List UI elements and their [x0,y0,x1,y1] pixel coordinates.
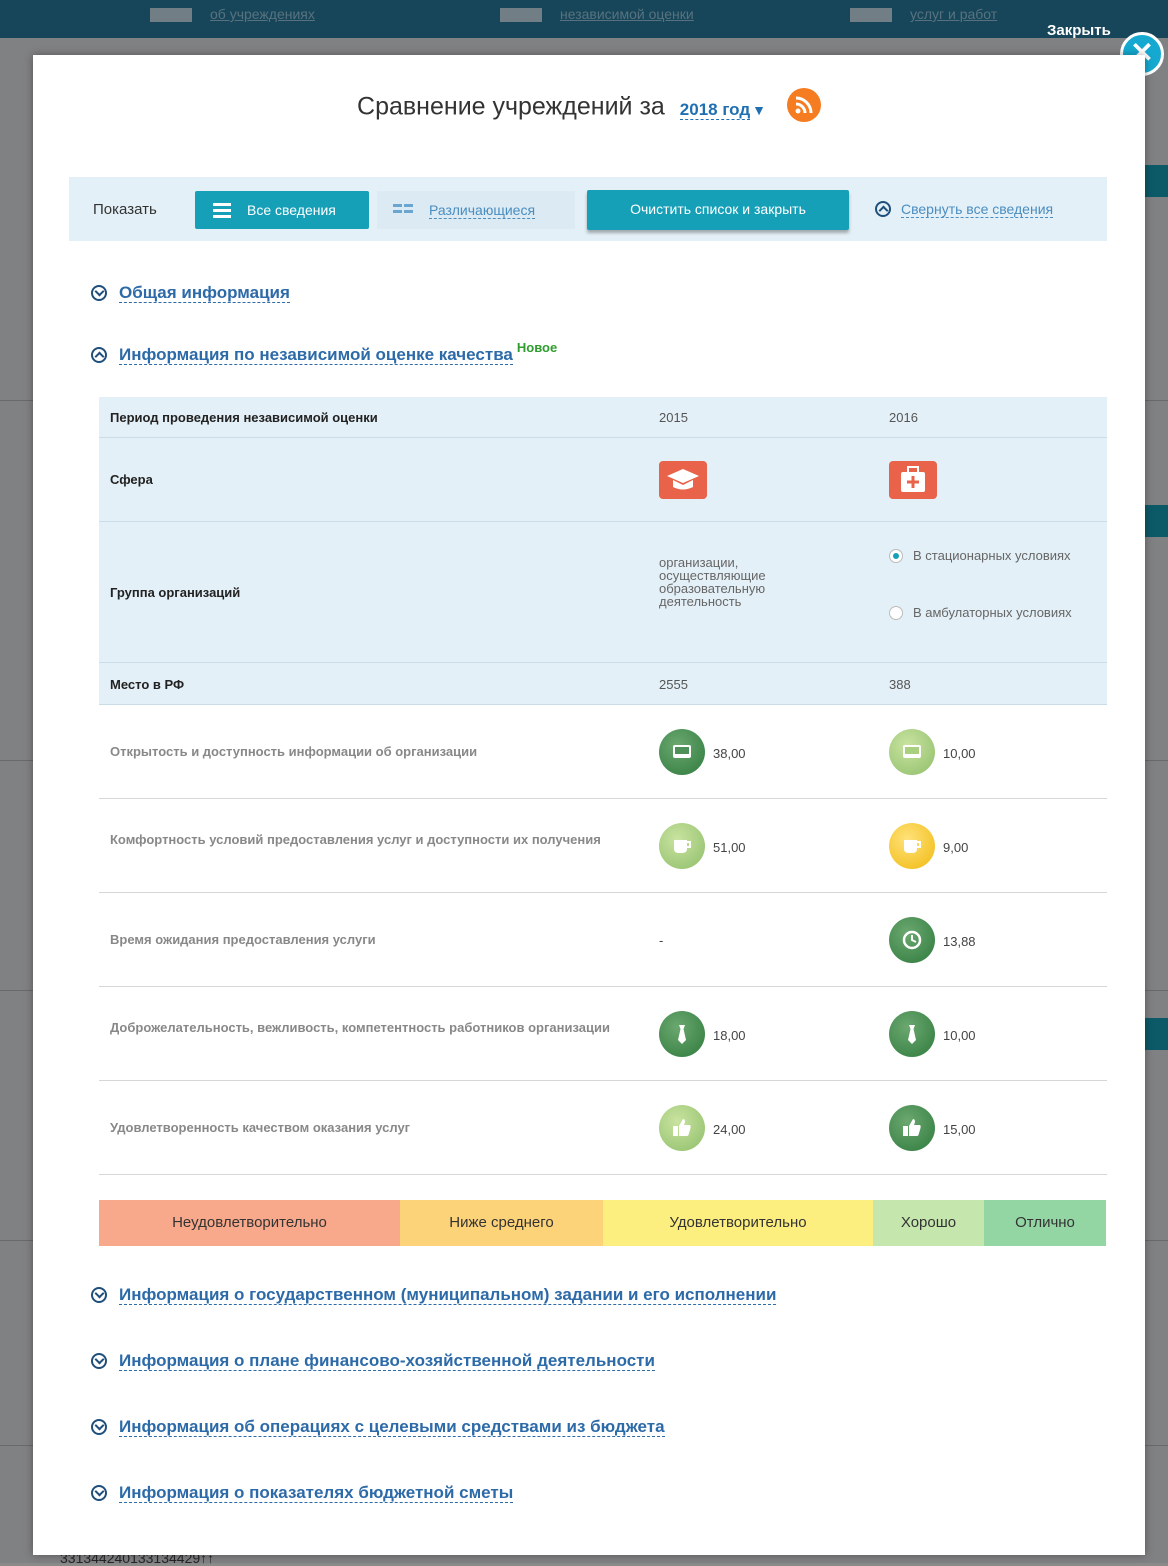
chevron-down-circle-icon [91,1485,107,1501]
compare-modal: Сравнение учреждений за 2018 год ▼ Показа… [33,55,1145,1555]
thumbs-up-icon [659,1105,705,1151]
indicator-row: Комфортность условий предоставления услу… [99,799,1107,893]
chevron-down-circle-icon [91,1419,107,1435]
chevron-down-circle-icon [91,285,107,301]
list-icon [213,203,231,218]
chevron-down-circle-icon [91,1287,107,1303]
table-row: Группа организаций организации, осуществ… [99,522,1107,663]
grid-list-icon [393,204,413,216]
table-row: Место в РФ 2555 388 [99,663,1107,705]
modal-title: Сравнение учреждений за 2018 год ▼ [33,88,1145,125]
indicator-row: Удовлетворенность качеством оказания усл… [99,1081,1107,1175]
legend-item: Удовлетворительно [603,1200,873,1246]
thumbs-up-icon [889,1105,935,1151]
radio-button[interactable] [889,606,903,620]
cup-icon [889,823,935,869]
collapse-all-link[interactable]: Свернуть все сведения [875,201,1054,218]
tie-icon [889,1011,935,1057]
education-icon [659,461,707,499]
close-link[interactable]: Закрыть [1047,22,1111,39]
show-label: Показать [93,201,157,218]
modal-title-text: Сравнение учреждений за [357,92,665,121]
info-board-icon [889,729,935,775]
section-plan[interactable]: Информация о плане финансово-хозяйственн… [91,1351,655,1371]
medical-kit-icon [889,461,937,499]
chevron-up-circle-icon [875,201,891,217]
legend-item: Отлично [984,1200,1106,1246]
indicator-row: Открытость и доступность информации об о… [99,705,1107,799]
radio-button[interactable] [889,549,903,563]
legend-item: Хорошо [873,1200,984,1246]
table-row: Сфера [99,438,1107,522]
legend-item: Ниже среднего [400,1200,603,1246]
chevron-up-circle-icon [91,347,107,363]
all-info-button[interactable]: Все сведения [195,191,369,229]
caret-down-icon[interactable]: ▼ [752,102,766,118]
section-general[interactable]: Общая информация [91,283,290,303]
section-ops[interactable]: Информация об операциях с целевыми средс… [91,1417,665,1437]
section-quality[interactable]: Информация по независимой оценке качеств… [91,340,557,365]
clear-and-close-button[interactable]: Очистить список и закрыть [587,190,849,230]
clock-icon [889,917,935,963]
legend-item: Неудовлетворительно [99,1200,400,1246]
section-task[interactable]: Информация о государственном (муниципаль… [91,1285,777,1305]
new-badge: Новое [516,340,558,355]
differing-button[interactable]: Различающиеся [377,191,575,229]
indicator-row: Доброжелательность, вежливость, компетен… [99,987,1107,1081]
rating-legend: Неудовлетворительно Ниже среднего Удовле… [99,1200,1106,1246]
info-board-icon [659,729,705,775]
tie-icon [659,1011,705,1057]
table-row: Период проведения независимой оценки 201… [99,397,1107,438]
chevron-down-circle-icon [91,1353,107,1369]
cup-icon [659,823,705,869]
section-budget[interactable]: Информация о показателях бюджетной сметы [91,1483,514,1503]
indicator-row: Время ожидания предоставления услуги - 1… [99,893,1107,987]
rss-icon[interactable] [786,88,821,122]
quality-table: Период проведения независимой оценки 201… [99,397,1107,1175]
filter-toolbar: Показать Все сведения Различающиеся Очис… [69,177,1107,241]
year-dropdown[interactable]: 2018 год [679,99,751,120]
